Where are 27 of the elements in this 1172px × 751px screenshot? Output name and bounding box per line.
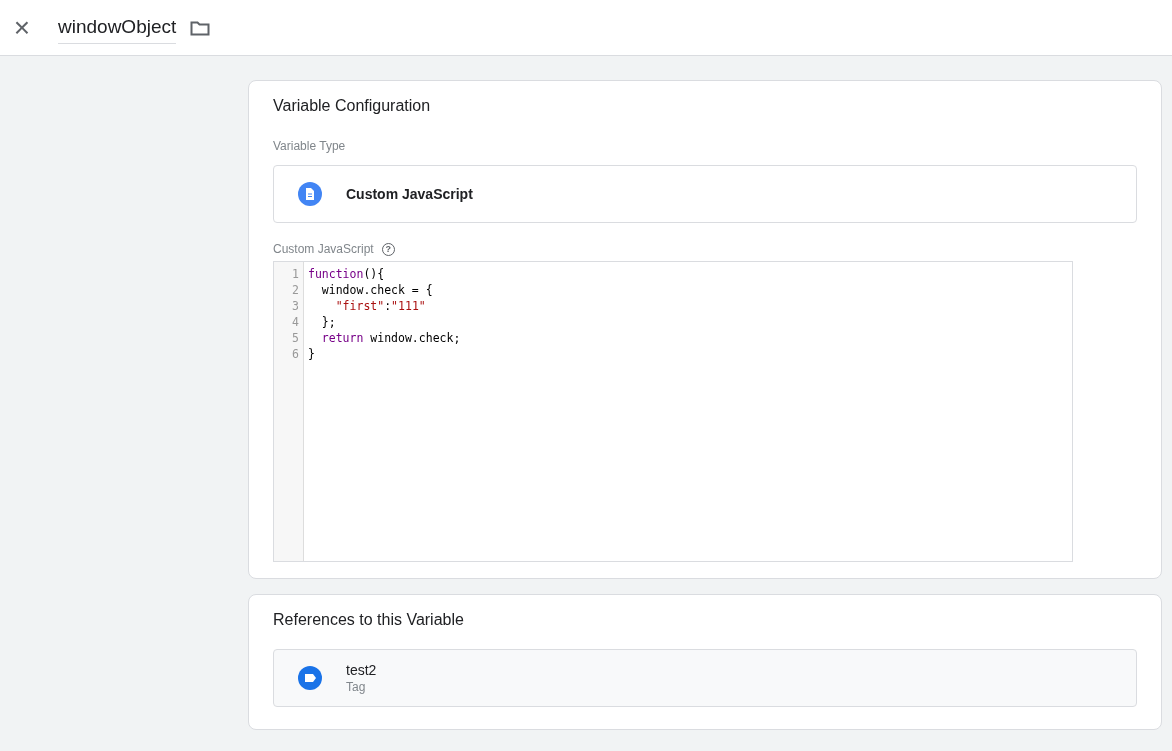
- code-line: "first":"111": [334, 298, 427, 314]
- code-line: window.check = {: [320, 282, 434, 298]
- reference-item[interactable]: test2 Tag: [273, 649, 1137, 707]
- code-line: return window.check;: [320, 330, 461, 346]
- tag-icon: [298, 666, 322, 690]
- card-heading: Variable Configuration: [273, 97, 432, 115]
- code-line: function(){: [308, 266, 386, 282]
- document-icon: [298, 182, 322, 206]
- line-number: 6: [291, 346, 300, 362]
- variable-name-field[interactable]: windowObject: [58, 11, 177, 44]
- code-line: }: [308, 346, 316, 362]
- reference-name: test2: [346, 662, 377, 678]
- code-editor[interactable]: 1 2 3 4 5 6 function(){ window.check = { "first":"111" }; return window.check; }: [273, 261, 1073, 562]
- folder-icon[interactable]: [190, 19, 211, 36]
- line-number: 1: [291, 266, 300, 282]
- reference-type: Tag: [346, 680, 367, 694]
- card-heading: References to this Variable: [273, 611, 465, 629]
- variable-type-selector[interactable]: Custom JavaScript: [273, 165, 1137, 223]
- field-label: Variable Type: [273, 139, 347, 153]
- variable-type-name: Custom JavaScript: [346, 186, 473, 202]
- line-number: 4: [291, 314, 300, 330]
- line-number: 3: [291, 298, 300, 314]
- field-label: Custom JavaScript: [273, 242, 374, 256]
- line-number: 5: [291, 330, 300, 346]
- close-button[interactable]: ×: [2, 7, 42, 48]
- line-number: 2: [291, 282, 300, 298]
- code-line: };: [320, 314, 337, 330]
